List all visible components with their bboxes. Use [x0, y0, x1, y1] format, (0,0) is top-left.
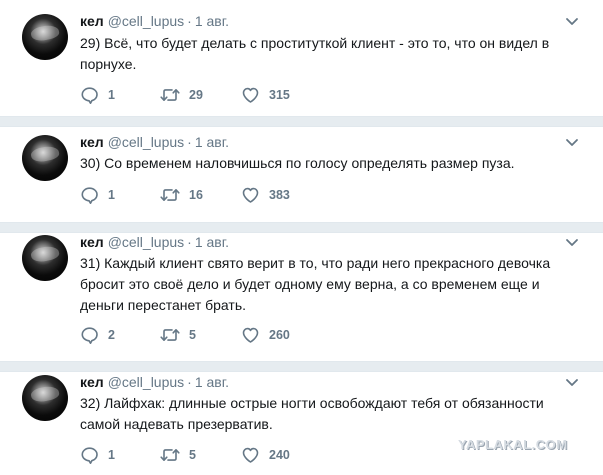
like-button[interactable]: 240: [241, 445, 290, 465]
tweet-feed: кел @cell_lupus · 1 авг. 29) Всё, что будет…: [0, 0, 603, 475]
like-button[interactable]: 383: [241, 185, 290, 205]
reply-button[interactable]: 1: [80, 185, 115, 205]
heart-icon: [242, 327, 259, 343]
like-count: 315: [269, 88, 290, 102]
like-button[interactable]: 260: [241, 325, 290, 345]
tweet-actions: 1 16 383: [80, 185, 380, 205]
chevron-down-icon[interactable]: [565, 378, 579, 388]
retweet-count: 5: [189, 328, 196, 342]
tweet-divider: [0, 222, 603, 233]
reply-count: 1: [108, 88, 115, 102]
retweet-icon: [160, 188, 180, 201]
retweet-button[interactable]: 5: [160, 445, 196, 465]
avatar[interactable]: [22, 235, 68, 281]
like-count: 260: [269, 328, 290, 342]
tweet-text: 30) Со временем наловчишься по голосу оп…: [80, 155, 515, 171]
user-name[interactable]: кел: [80, 134, 104, 150]
tweet-date[interactable]: 1 авг.: [195, 374, 229, 390]
user-handle[interactable]: @cell_lupus: [108, 374, 184, 390]
retweet-button[interactable]: 29: [160, 85, 203, 105]
heart-icon: [242, 187, 259, 203]
reply-icon: [81, 87, 98, 104]
tweet-actions: 1 5 240: [80, 445, 380, 465]
user-handle[interactable]: @cell_lupus: [108, 134, 184, 150]
chevron-down-icon[interactable]: [565, 238, 579, 248]
tweet[interactable]: кел @cell_lupus · 1 авг. 29) Всё, что будет…: [0, 0, 603, 116]
retweet-count: 16: [189, 188, 203, 202]
separator-dot: ·: [187, 134, 192, 150]
retweet-icon: [160, 328, 180, 341]
retweet-icon: [160, 448, 180, 461]
reply-icon: [81, 447, 98, 464]
separator-dot: ·: [187, 234, 192, 250]
separator-dot: ·: [187, 374, 192, 390]
tweet[interactable]: кел @cell_lupus · 1 авг. 31) Каждый клиент …: [0, 233, 603, 361]
reply-icon: [81, 187, 98, 204]
tweet-header: кел @cell_lupus · 1 авг.: [80, 12, 229, 30]
separator-dot: ·: [187, 13, 192, 29]
tweet-divider: [0, 361, 603, 372]
tweet-text: 32) Лайфхак: длинные острые ногти освобо…: [80, 395, 544, 432]
tweet-date[interactable]: 1 авг.: [195, 234, 229, 250]
like-button[interactable]: 315: [241, 85, 290, 105]
retweet-button[interactable]: 16: [160, 185, 203, 205]
tweet-header: кел @cell_lupus · 1 авг.: [80, 373, 229, 391]
reply-button[interactable]: 2: [80, 325, 115, 345]
tweet-text: 29) Всё, что будет делать с проституткой…: [80, 35, 550, 72]
heart-icon: [242, 87, 259, 103]
user-name[interactable]: кел: [80, 13, 104, 29]
tweet[interactable]: кел @cell_lupus · 1 авг. 32) Лайфхак: длинн…: [0, 372, 603, 475]
tweet-date[interactable]: 1 авг.: [195, 134, 229, 150]
chevron-down-icon[interactable]: [565, 138, 579, 148]
heart-icon: [242, 447, 259, 463]
tweet-date[interactable]: 1 авг.: [195, 13, 229, 29]
user-handle[interactable]: @cell_lupus: [108, 234, 184, 250]
retweet-count: 5: [189, 448, 196, 462]
reply-button[interactable]: 1: [80, 445, 115, 465]
tweet-header: кел @cell_lupus · 1 авг.: [80, 133, 229, 151]
retweet-icon: [160, 88, 180, 101]
tweet-divider: [0, 116, 603, 127]
user-name[interactable]: кел: [80, 374, 104, 390]
reply-button[interactable]: 1: [80, 85, 115, 105]
avatar[interactable]: [22, 14, 68, 60]
retweet-count: 29: [189, 88, 203, 102]
reply-icon: [81, 327, 98, 344]
reply-count: 2: [108, 328, 115, 342]
tweet[interactable]: кел @cell_lupus · 1 авг. 30) Со временем на…: [0, 127, 603, 222]
tweet-actions: 2 5 260: [80, 325, 380, 345]
avatar[interactable]: [22, 375, 68, 421]
tweet-text: 31) Каждый клиент свято верит в то, что …: [80, 255, 551, 313]
avatar[interactable]: [22, 135, 68, 181]
chevron-down-icon[interactable]: [565, 17, 579, 27]
user-handle[interactable]: @cell_lupus: [108, 13, 184, 29]
reply-count: 1: [108, 188, 115, 202]
tweet-header: кел @cell_lupus · 1 авг.: [80, 233, 229, 251]
watermark: YAPLAKAL.COM: [458, 437, 568, 452]
like-count: 383: [269, 188, 290, 202]
reply-count: 1: [108, 448, 115, 462]
like-count: 240: [269, 448, 290, 462]
user-name[interactable]: кел: [80, 234, 104, 250]
tweet-actions: 1 29 315: [80, 85, 380, 105]
retweet-button[interactable]: 5: [160, 325, 196, 345]
